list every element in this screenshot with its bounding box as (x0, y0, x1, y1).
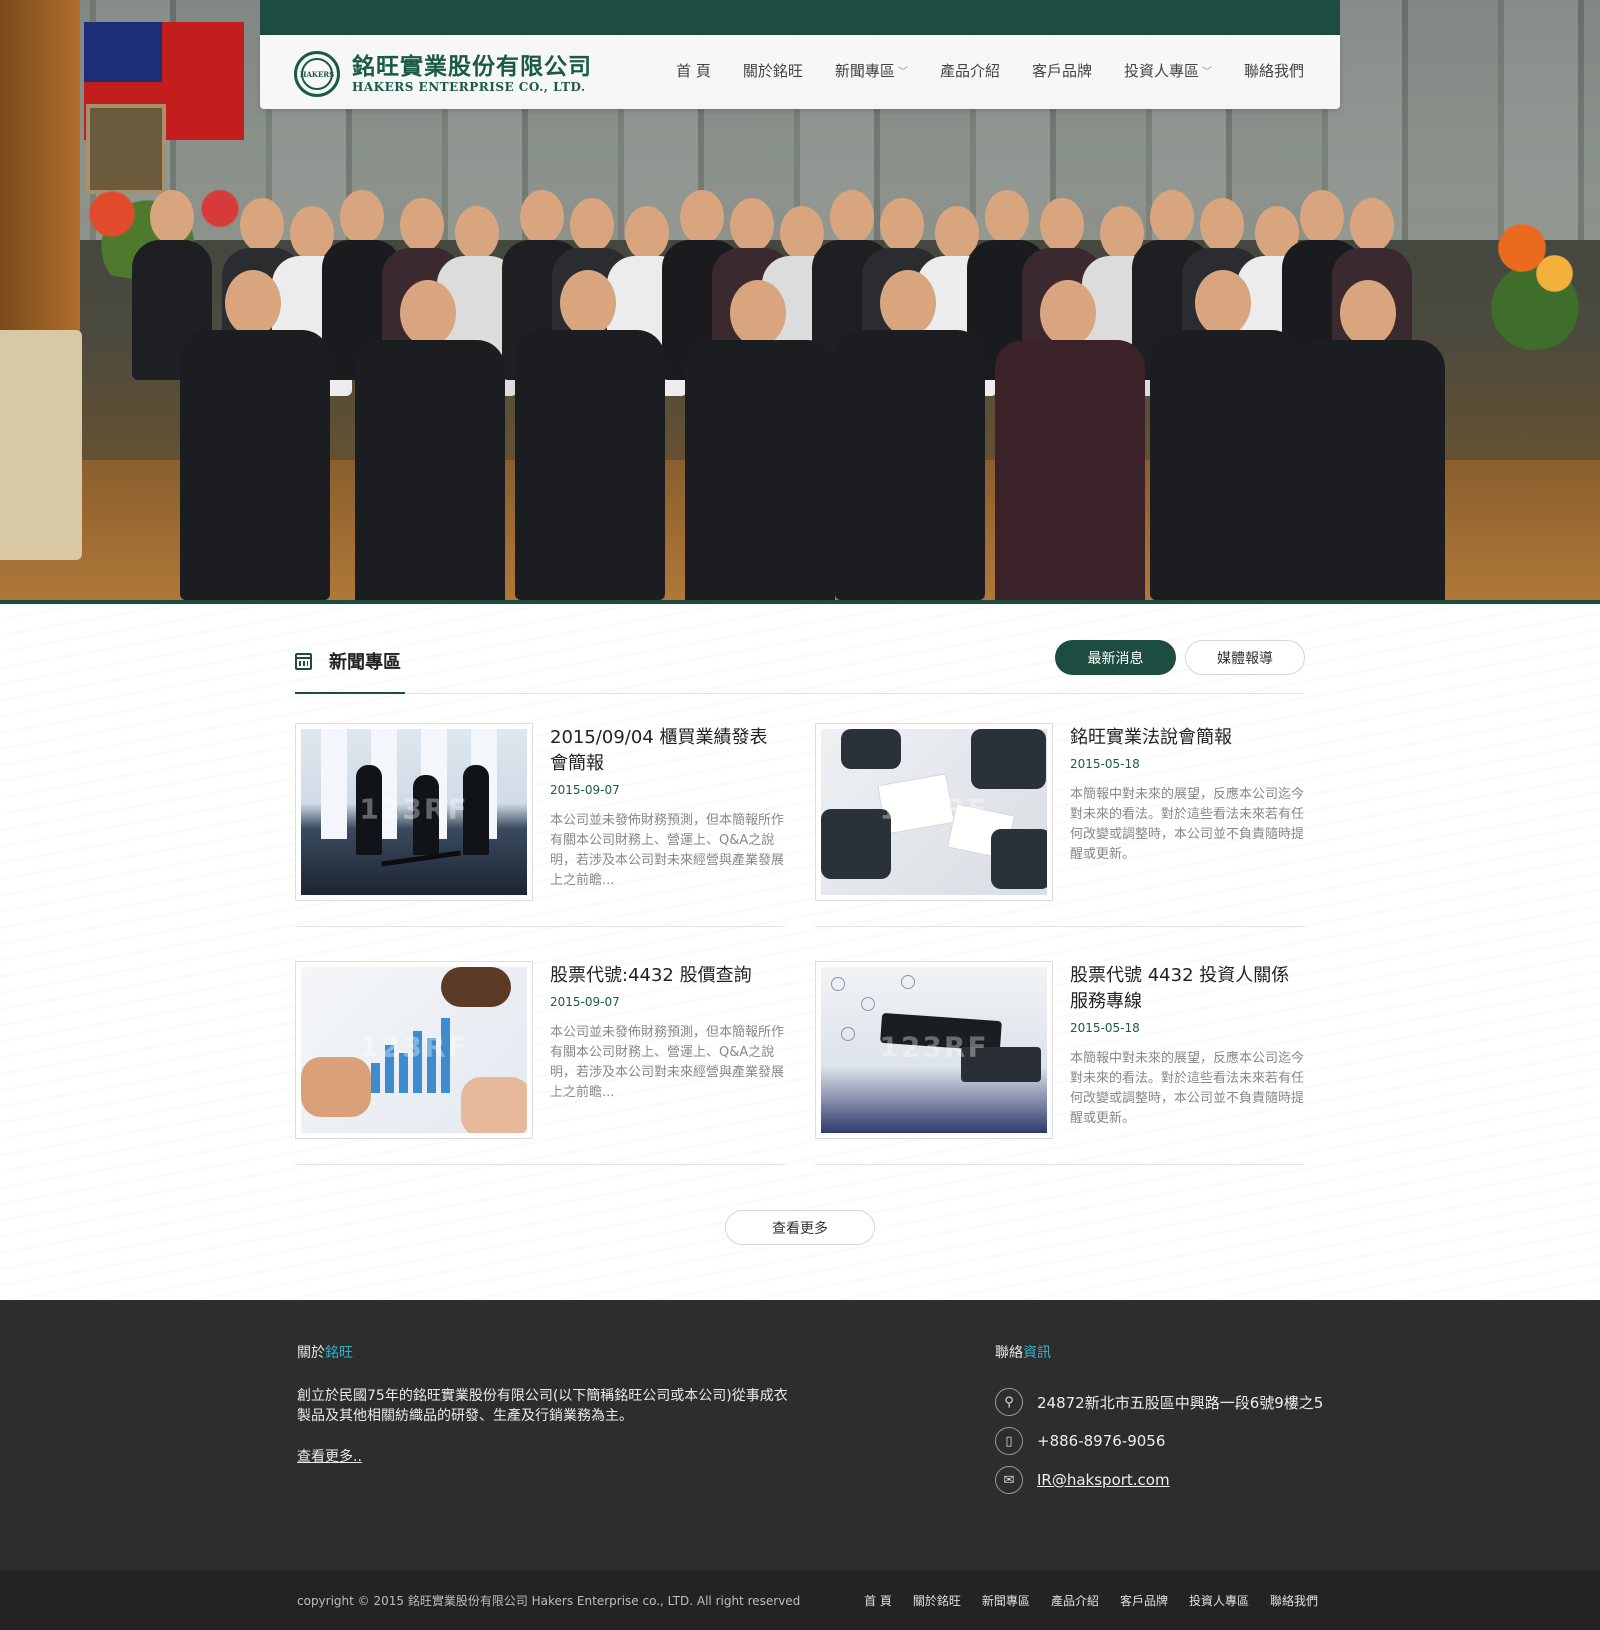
news-title-link[interactable]: 2015/09/04 櫃買業績發表會簡報 (550, 725, 785, 777)
nav-item-products[interactable]: 產品介紹 (940, 60, 1000, 81)
person (400, 280, 456, 346)
person (520, 190, 564, 244)
news-thumbnail[interactable]: 123RF (295, 961, 533, 1139)
mail-icon: ✉ (995, 1466, 1023, 1494)
news-title-link[interactable]: 股票代號 4432 投資人關係服務專線 (1070, 963, 1305, 1015)
person (830, 190, 874, 244)
footer-nav-news[interactable]: 新聞專區 (982, 1592, 1030, 1609)
site-header: HAKERS 銘旺實業股份有限公司 HAKERS ENTERPRISE CO.,… (260, 35, 1340, 109)
person (985, 190, 1029, 244)
news-card[interactable]: 123RF 銘旺實業法說會簡報 2015-05-18 本簡報中對未來的展望，反應… (815, 723, 1305, 927)
person (880, 270, 936, 336)
footer-nav-home[interactable]: 首 頁 (864, 1592, 892, 1609)
contact-email: ✉ IR@haksport.com (995, 1466, 1170, 1494)
nav-item-brands[interactable]: 客戶品牌 (1032, 60, 1092, 81)
person (1340, 280, 1396, 346)
person (455, 206, 499, 260)
person (730, 280, 786, 346)
footer-nav: 首 頁 關於銘旺 新聞專區 產品介紹 客戶品牌 投資人專區 聯絡我們 (843, 1592, 1318, 1609)
person (225, 270, 281, 336)
company-name-cn: 銘旺實業股份有限公司 (352, 54, 592, 80)
nav-item-news[interactable]: 新聞專區 ﹀ (835, 60, 908, 81)
person (1200, 198, 1244, 252)
contact-address: ⚲ 24872新北市五股區中興路一段6號9樓之5 (995, 1388, 1323, 1416)
nav-item-about[interactable]: 關於銘旺 (743, 60, 803, 81)
nav-item-investors[interactable]: 投資人專區 ﹀ (1124, 60, 1212, 81)
news-thumbnail[interactable]: 123RF (815, 961, 1053, 1139)
map-pin-icon: ⚲ (995, 1388, 1023, 1416)
logo-mark-icon: HAKERS (294, 51, 340, 97)
copyright-text: copyright © 2015 銘旺實業股份有限公司 Hakers Enter… (297, 1594, 801, 1608)
header-top-bar (260, 0, 1340, 35)
footer-about-heading: 關於銘旺 (297, 1345, 353, 1361)
view-more-button[interactable]: 查看更多 (725, 1210, 875, 1245)
person (880, 198, 924, 252)
news-card[interactable]: 123RF 2015/09/04 櫃買業績發表會簡報 2015-09-07 本公… (295, 723, 785, 927)
footer-nav-about[interactable]: 關於銘旺 (913, 1592, 961, 1609)
nav-item-contact[interactable]: 聯絡我們 (1244, 60, 1304, 81)
footer-nav-investors[interactable]: 投資人專區 (1189, 1592, 1249, 1609)
person (570, 198, 614, 252)
person (625, 206, 669, 260)
phone-icon: ▯ (995, 1427, 1023, 1455)
news-excerpt: 本公司並未發佈財務預測，但本簡報所作有關本公司財務上、營運上、Q&A之說明，若涉… (550, 813, 785, 888)
news-section-header: 新聞專區 最新消息 媒體報導 (295, 640, 1305, 694)
chevron-down-icon: ﹀ (1201, 67, 1212, 78)
person (1150, 190, 1194, 244)
person (150, 190, 194, 244)
footer-about-text: 創立於民國75年的銘旺實業股份有限公司(以下簡稱銘旺公司或本公司)從事成衣製品及… (297, 1388, 788, 1424)
person (560, 270, 616, 336)
footer-nav-products[interactable]: 產品介紹 (1051, 1592, 1099, 1609)
footer-nav-brands[interactable]: 客戶品牌 (1120, 1592, 1168, 1609)
tab-media-reports[interactable]: 媒體報導 (1185, 640, 1305, 675)
news-excerpt: 本公司並未發佈財務預測，但本簡報所作有關本公司財務上、營運上、Q&A之說明，若涉… (550, 1025, 785, 1100)
news-card[interactable]: 123RF 股票代號:4432 股價查詢 2015-09-07 本公司並未發佈財… (295, 961, 785, 1165)
company-name-en: HAKERS ENTERPRISE CO., LTD. (352, 80, 586, 94)
news-card[interactable]: 123RF 股票代號 4432 投資人關係服務專線 2015-05-18 本簡報… (815, 961, 1305, 1165)
news-title-link[interactable]: 銘旺實業法說會簡報 (1070, 725, 1305, 751)
footer-nav-contact[interactable]: 聯絡我們 (1270, 1592, 1318, 1609)
person (400, 198, 444, 252)
footer-contact-heading: 聯絡資訊 (995, 1345, 1051, 1361)
news-thumbnail[interactable]: 123RF (815, 723, 1053, 901)
main-nav: 首 頁 關於銘旺 新聞專區 ﹀ 產品介紹 客戶品牌 投資人專區 ﹀ 聯絡我們 (644, 60, 1304, 81)
news-date: 2015-09-07 (550, 783, 620, 797)
person (1040, 280, 1096, 346)
site-logo[interactable]: HAKERS 銘旺實業股份有限公司 HAKERS ENTERPRISE CO.,… (294, 51, 592, 97)
person (730, 198, 774, 252)
person (680, 190, 724, 244)
person (340, 190, 384, 244)
news-excerpt: 本簡報中對未來的展望，反應本公司迄今對未來的看法。對於這些看法未來若有任何改變或… (1070, 787, 1305, 862)
contact-phone: ▯ +886-8976-9056 (995, 1427, 1165, 1455)
news-title-link[interactable]: 股票代號:4432 股價查詢 (550, 963, 785, 989)
nav-item-home[interactable]: 首 頁 (676, 60, 711, 81)
tab-latest-news[interactable]: 最新消息 (1055, 640, 1176, 675)
person (240, 198, 284, 252)
site-footer: 關於銘旺 創立於民國75年的銘旺實業股份有限公司(以下簡稱銘旺公司或本公司)從事… (0, 1300, 1600, 1570)
copyright-bar: copyright © 2015 銘旺實業股份有限公司 Hakers Enter… (0, 1570, 1600, 1630)
footer-about-more-link[interactable]: 查看更多.. (297, 1446, 362, 1466)
news-excerpt: 本簡報中對未來的展望，反應本公司迄今對未來的看法。對於這些看法未來若有任何改變或… (1070, 1051, 1305, 1126)
person (1195, 270, 1251, 336)
calendar-icon (295, 652, 312, 670)
news-date: 2015-05-18 (1070, 757, 1140, 771)
news-date: 2015-09-07 (550, 995, 620, 1009)
news-date: 2015-05-18 (1070, 1021, 1140, 1035)
chevron-down-icon: ﹀ (897, 67, 908, 78)
person (1300, 190, 1344, 244)
news-thumbnail[interactable]: 123RF (295, 723, 533, 901)
person (1350, 198, 1394, 252)
email-link[interactable]: IR@haksport.com (1037, 1471, 1170, 1489)
section-title: 新聞專區 (329, 652, 401, 673)
person (1040, 198, 1084, 252)
